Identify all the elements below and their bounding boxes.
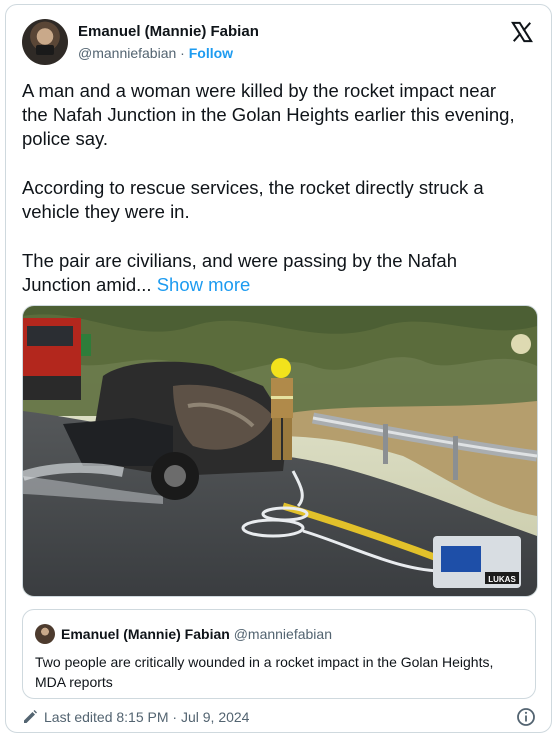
author-avatar[interactable] [22, 19, 68, 65]
author-name[interactable]: Emanuel (Mannie) Fabian [78, 23, 259, 40]
quoted-author-name: Emanuel (Mannie) Fabian [61, 626, 230, 642]
quoted-author-line: Emanuel (Mannie) Fabian @manniefabian [61, 626, 332, 642]
info-icon[interactable] [516, 707, 536, 727]
quoted-author-avatar [35, 624, 55, 644]
tweet-paragraph-2: According to rescue services, the rocket… [22, 177, 484, 222]
last-edited-text[interactable]: Last edited 8:15 PM · Jul 9, 2024 [44, 709, 249, 725]
author-handle[interactable]: @manniefabian [78, 45, 176, 61]
tweet-text: A man and a woman were killed by the roc… [22, 79, 522, 322]
tweet-card: Emanuel (Mannie) Fabian @manniefabian · … [5, 4, 552, 733]
tweet-photo[interactable]: LUKAS [22, 305, 538, 597]
quoted-tweet[interactable]: Emanuel (Mannie) Fabian @manniefabian Tw… [22, 609, 536, 699]
tweet-paragraph-1: A man and a woman were killed by the roc… [22, 80, 515, 149]
follow-button[interactable]: Follow [189, 45, 233, 61]
pencil-icon [24, 710, 37, 723]
tweet-paragraph-3: The pair are civilians, and were passing… [22, 249, 522, 297]
show-more-link[interactable]: Show more [157, 274, 251, 295]
author-handle-line: @manniefabian · Follow [78, 45, 233, 61]
equipment-label: LUKAS [488, 575, 516, 584]
rocket-damaged-car-image: LUKAS [23, 306, 537, 596]
separator-dot: · [180, 45, 185, 61]
quoted-author-handle: @manniefabian [233, 626, 332, 642]
x-logo-icon[interactable] [511, 21, 533, 43]
quoted-tweet-text: Two people are critically wounded in a r… [35, 654, 494, 690]
tweet-footer: Last edited 8:15 PM · Jul 9, 2024 [22, 705, 536, 729]
